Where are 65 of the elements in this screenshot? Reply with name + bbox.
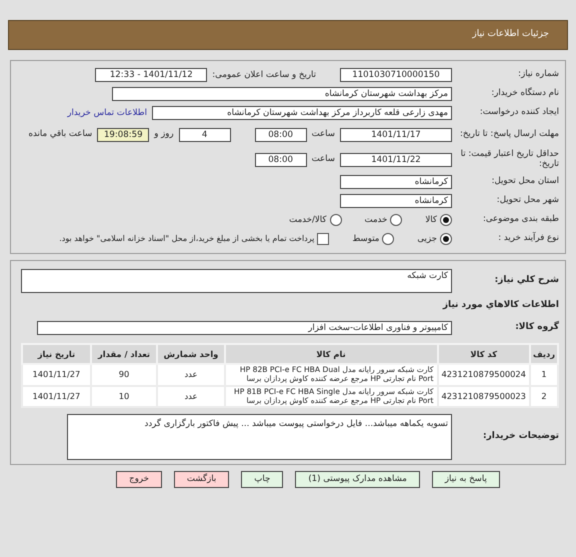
- checkbox-label: پرداخت تمام یا بخشی از مبلغ خرید،از محل "اسناد خزانه اسلامی" خواهد بود.: [59, 233, 314, 245]
- field-label: نام دستگاه خریدار:: [490, 89, 559, 99]
- table-cell: 4231210879500024: [438, 364, 530, 386]
- column-header: تعداد / مقدار: [90, 344, 158, 364]
- validity-time-field: 08:00: [254, 152, 307, 166]
- need-number-field: 1101030710000150: [340, 68, 452, 82]
- days-label: روز و: [154, 128, 174, 141]
- table-cell: 1: [530, 364, 558, 386]
- deadline-time-field: 08:00: [254, 128, 307, 142]
- action-button[interactable]: پاسخ به نیاز: [432, 471, 500, 488]
- radio-label: جزیی: [417, 232, 437, 246]
- radio-label: کالا/خدمت: [289, 214, 326, 226]
- time-label: ساعت: [312, 128, 335, 141]
- goods-group-field: کامپیوتر و فناوری اطلاعات-سخت افزار: [37, 320, 452, 334]
- field-label: شماره نیاز:: [517, 70, 559, 80]
- city-field: کرمانشاه: [340, 194, 452, 208]
- field-label: مهلت ارسال پاسخ: تا تاریخ:: [458, 130, 559, 140]
- radio-button[interactable]: [330, 214, 342, 226]
- radio-button[interactable]: [440, 232, 452, 245]
- action-button[interactable]: چاپ: [241, 471, 284, 488]
- radio-button[interactable]: [440, 214, 452, 226]
- table-cell: 1401/11/27: [22, 364, 91, 386]
- table-cell: 4231210879500023: [438, 386, 530, 408]
- field-label: گروه کالا:: [514, 322, 559, 332]
- field-label: استان محل تحویل:: [490, 177, 559, 187]
- field-label: شرح کلي نیاز:: [494, 274, 559, 286]
- checkbox[interactable]: [317, 233, 330, 245]
- field-label: طبقه بندی موضوعی:: [482, 215, 559, 225]
- table-cell: عدد: [157, 364, 225, 386]
- radio-button[interactable]: [382, 232, 394, 245]
- column-header: واحد شمارش: [157, 344, 225, 364]
- radio-label: متوسط: [352, 232, 380, 246]
- countdown-field: 19:08:59: [97, 128, 150, 142]
- buyer-field: مرکز بهداشت شهرستان کرمانشاه: [112, 87, 452, 101]
- table-cell: 2: [530, 386, 558, 408]
- province-field: کرمانشاه: [340, 175, 452, 189]
- column-header: نام کالا: [224, 344, 438, 364]
- buyer-notes-field: تسویه یکماهه میباشد... فایل درخواستی پیوست میباشد ... پیش فاکتور بارگزاری گردد: [67, 414, 452, 460]
- field-label: شهر محل تحویل:: [496, 196, 559, 206]
- days-field: 4: [178, 128, 231, 142]
- page-header: جزئیات اطلاعات نیاز: [8, 20, 568, 50]
- action-button[interactable]: مشاهده مدارک پیوستی (1): [295, 471, 420, 488]
- contact-link[interactable]: اطلاعات تماس خریدار: [67, 106, 147, 120]
- section-title: اطلاعات کالاهاي مورد نیاز: [442, 298, 559, 312]
- field-label: نوع فرآیند خرید :: [497, 234, 559, 244]
- field-label: حداقل تاریخ اعتبار قیمت: تا تاریخ:: [460, 150, 559, 169]
- time-label: ساعت: [312, 153, 335, 166]
- remaining-label: ساعت باقي مانده: [28, 128, 92, 141]
- action-button[interactable]: خروج: [116, 471, 162, 488]
- action-button[interactable]: بازگشت: [174, 471, 230, 488]
- requester-field: مهدی زارعی قلعه کاربرداز مرکز بهداشت شهرستان کرمانشاه: [152, 106, 452, 120]
- field-label: ایجاد کننده درخواست:: [478, 108, 559, 118]
- radio-label: خدمت: [364, 214, 388, 226]
- column-header: کد کالا: [438, 344, 530, 364]
- field-label: توضیحات خریدار:: [482, 432, 559, 442]
- description-field: کارت شبکه: [21, 268, 452, 292]
- table-cell: 90: [90, 364, 158, 386]
- column-header: تاریخ نیاز: [22, 344, 91, 364]
- deadline-date-field: 1401/11/17: [340, 128, 452, 142]
- radio-label: کالا: [425, 214, 437, 226]
- field-label: تاریخ و ساعت اعلان عمومی:: [212, 68, 316, 82]
- radio-button[interactable]: [390, 214, 402, 226]
- column-header: ردیف: [530, 344, 558, 364]
- announce-date-field: 1401/11/12 - 12:33: [95, 68, 208, 82]
- validity-date-field: 1401/11/22: [340, 152, 452, 166]
